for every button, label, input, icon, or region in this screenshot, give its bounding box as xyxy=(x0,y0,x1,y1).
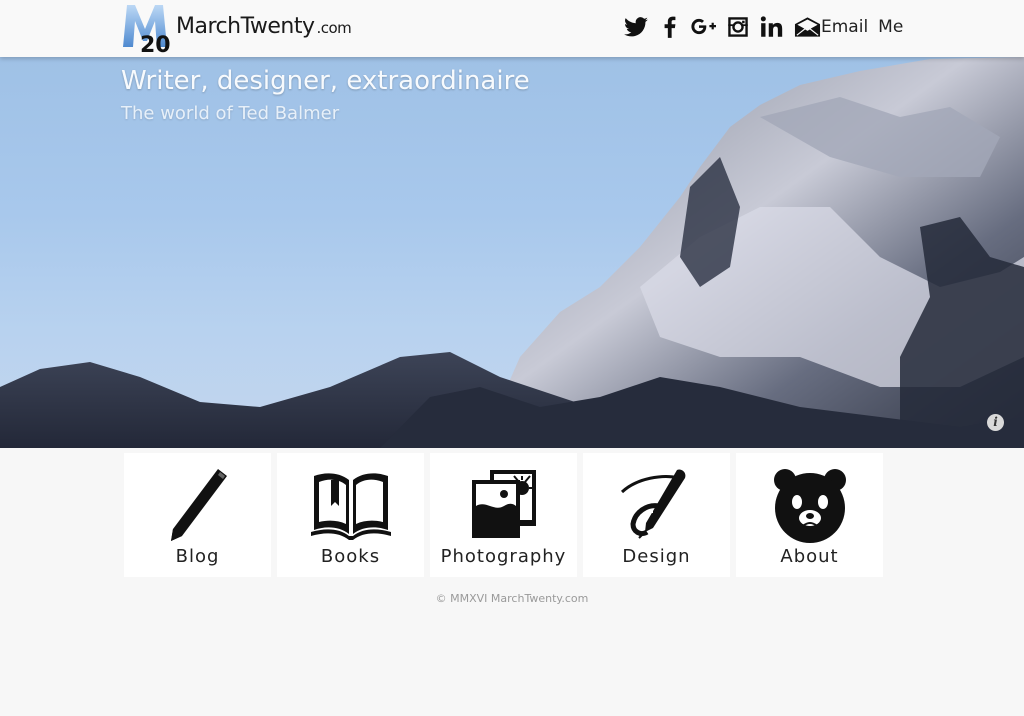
tile-about[interactable]: About xyxy=(736,453,883,577)
hero-banner: Writer, designer, extraordinaire The wor… xyxy=(0,57,1024,448)
section-tiles: Blog Books Photography Design About xyxy=(124,453,888,577)
logo-mark: 20 xyxy=(121,3,171,58)
social-links: Email Me xyxy=(622,12,903,42)
email-label: Email xyxy=(821,17,869,37)
tile-books[interactable]: Books xyxy=(277,453,424,577)
tile-label: Blog xyxy=(175,546,220,567)
hero-subtitle: The world of Ted Balmer xyxy=(121,103,340,124)
photos-icon xyxy=(471,470,536,538)
tile-blog[interactable]: Blog xyxy=(124,453,271,577)
tile-label: Books xyxy=(320,546,381,567)
pen-icon xyxy=(620,469,685,539)
tile-label: Photography xyxy=(440,546,567,567)
envelope-icon xyxy=(794,16,821,38)
logo-number: 20 xyxy=(140,33,171,53)
twitter-icon[interactable] xyxy=(622,14,650,40)
tile-design[interactable]: Design xyxy=(583,453,730,577)
hero-title: Writer, designer, extraordinaire xyxy=(121,66,530,96)
facebook-icon[interactable] xyxy=(656,14,684,40)
footer-copyright: © MMXVI MarchTwenty.com xyxy=(435,592,589,605)
site-logo[interactable]: 20 MarchTwenty .com xyxy=(121,3,391,58)
instagram-icon[interactable] xyxy=(724,14,752,40)
open-book-icon xyxy=(310,473,391,540)
bear-icon xyxy=(773,469,846,543)
brand-name: MarchTwenty xyxy=(176,14,315,39)
email-me-link[interactable]: Email Me xyxy=(794,16,903,38)
email-label-me: Me xyxy=(878,17,904,37)
tile-photography[interactable]: Photography xyxy=(430,453,577,577)
pencil-icon xyxy=(170,469,227,541)
site-header: 20 MarchTwenty .com Email Me xyxy=(0,0,1024,58)
info-icon[interactable]: i xyxy=(987,414,1004,431)
brand-tld: .com xyxy=(316,19,352,37)
tile-label: About xyxy=(780,546,839,567)
google-plus-icon[interactable] xyxy=(690,14,718,40)
linkedin-icon[interactable] xyxy=(758,14,786,40)
tile-label: Design xyxy=(622,546,691,567)
logo-wordmark: MarchTwenty .com xyxy=(176,14,352,39)
